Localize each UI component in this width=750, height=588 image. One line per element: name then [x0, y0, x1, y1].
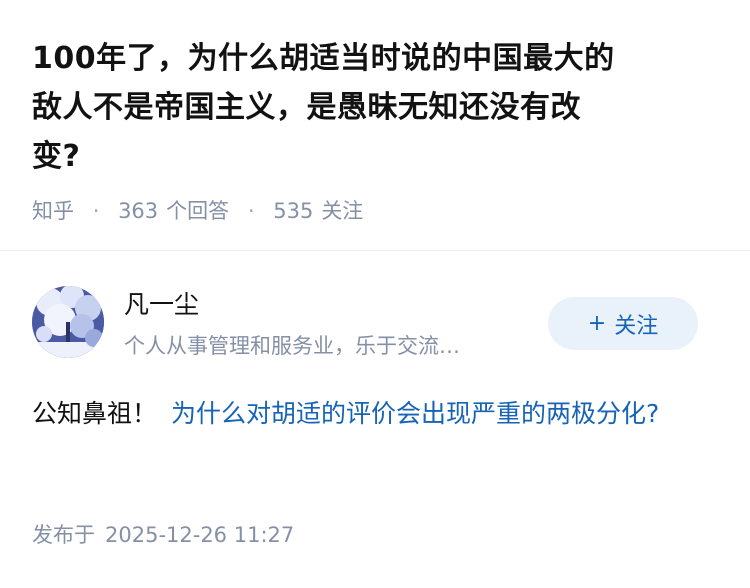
follower-count: 535: [273, 199, 314, 223]
publish-meta: 发布于 2025-12-26 11:27: [32, 520, 294, 550]
plus-icon: +: [587, 311, 607, 336]
meta-separator: ·: [92, 199, 100, 223]
question-title[interactable]: 100年了，为什么胡适当时说的中国最大的 敌人不是帝国主义，是愚昧无知还没有改 …: [32, 34, 718, 181]
answer-count: 363: [118, 199, 159, 223]
avatar[interactable]: [32, 286, 104, 358]
source-label[interactable]: 知乎: [32, 199, 74, 223]
question-meta: 知乎 · 363 个回答 · 535 关注: [32, 196, 363, 226]
follow-button[interactable]: + 关注: [548, 297, 698, 350]
answer-count-label[interactable]: 个回答: [166, 199, 229, 223]
answer-content: 公知鼻祖！ 为什么对胡适的评价会出现严重的两极分化?: [32, 389, 722, 439]
avatar-image: [32, 286, 104, 358]
related-question-link[interactable]: 为什么对胡适的评价会出现严重的两极分化?: [171, 399, 659, 428]
author-name[interactable]: 凡一尘: [124, 289, 199, 321]
question-header: 100年了，为什么胡适当时说的中国最大的 敌人不是帝国主义，是愚昧无知还没有改 …: [0, 0, 750, 250]
meta-separator: ·: [247, 199, 255, 223]
follower-count-label: 关注: [321, 199, 364, 223]
publish-time: 2025-12-26 11:27: [105, 523, 295, 547]
answer-text: 公知鼻祖！: [32, 399, 158, 428]
answer-card: 凡一尘 个人从事管理和服务业，乐于交流… + 关注 公知鼻祖！ 为什么对胡适的评价…: [0, 251, 750, 588]
publish-label: 发布于: [32, 523, 95, 547]
author-bio: 个人从事管理和服务业，乐于交流…: [124, 334, 460, 358]
follow-button-label: 关注: [614, 313, 659, 339]
